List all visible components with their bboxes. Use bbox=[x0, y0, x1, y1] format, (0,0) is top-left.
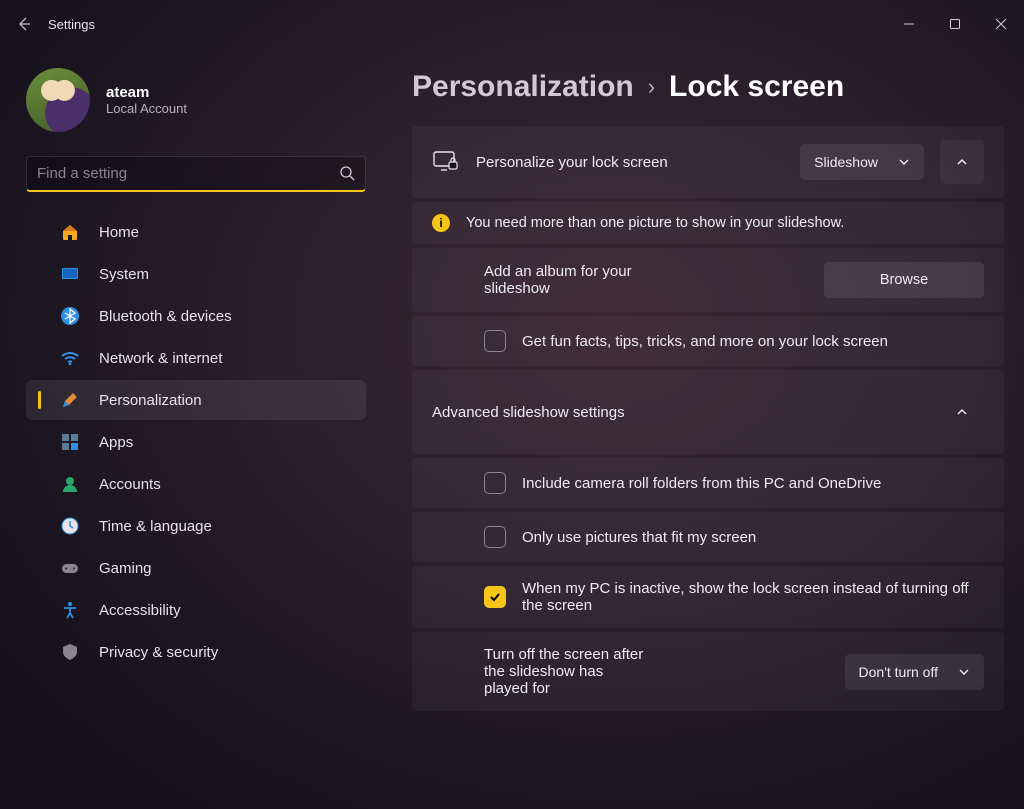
fit-screen-checkbox[interactable] bbox=[484, 526, 506, 548]
nav-label: Accounts bbox=[99, 476, 161, 493]
monitor-lock-icon bbox=[432, 151, 460, 173]
nav-time[interactable]: Time & language bbox=[26, 506, 366, 546]
window-title: Settings bbox=[48, 17, 95, 32]
maximize-button[interactable] bbox=[932, 6, 978, 42]
nav-privacy[interactable]: Privacy & security bbox=[26, 632, 366, 672]
check-icon bbox=[488, 590, 502, 604]
accounts-icon bbox=[59, 473, 81, 495]
inactive-label: When my PC is inactive, show the lock sc… bbox=[522, 580, 984, 614]
nav-label: System bbox=[99, 266, 149, 283]
apps-icon bbox=[59, 431, 81, 453]
turnoff-row: Turn off the screen after the slideshow … bbox=[412, 632, 1004, 711]
personalize-value: Slideshow bbox=[814, 154, 878, 170]
nav-system[interactable]: System bbox=[26, 254, 366, 294]
search-icon bbox=[339, 165, 355, 181]
chevron-down-icon bbox=[898, 156, 910, 168]
search-box[interactable] bbox=[26, 156, 366, 192]
personalize-expander[interactable] bbox=[940, 140, 984, 184]
nav-apps[interactable]: Apps bbox=[26, 422, 366, 462]
nav-bluetooth[interactable]: Bluetooth & devices bbox=[26, 296, 366, 336]
accessibility-icon bbox=[59, 599, 81, 621]
nav-home[interactable]: Home bbox=[26, 212, 366, 252]
advanced-settings-header[interactable]: Advanced slideshow settings bbox=[412, 370, 1004, 454]
fit-screen-label: Only use pictures that fit my screen bbox=[522, 529, 984, 546]
fit-screen-row[interactable]: Only use pictures that fit my screen bbox=[412, 512, 1004, 562]
close-button[interactable] bbox=[978, 6, 1024, 42]
camera-roll-label: Include camera roll folders from this PC… bbox=[522, 475, 984, 492]
inactive-checkbox[interactable] bbox=[484, 586, 506, 608]
turnoff-select[interactable]: Don't turn off bbox=[845, 654, 984, 690]
personalize-label: Personalize your lock screen bbox=[476, 154, 784, 171]
nav-label: Apps bbox=[99, 434, 133, 451]
funfacts-checkbox[interactable] bbox=[484, 330, 506, 352]
breadcrumb-current: Lock screen bbox=[669, 70, 844, 104]
funfacts-label: Get fun facts, tips, tricks, and more on… bbox=[522, 333, 984, 350]
chevron-up-icon bbox=[955, 155, 969, 169]
minimize-button[interactable] bbox=[886, 6, 932, 42]
home-icon bbox=[59, 221, 81, 243]
nav-label: Personalization bbox=[99, 392, 202, 409]
minimize-icon bbox=[903, 18, 915, 30]
nav-label: Network & internet bbox=[99, 350, 222, 367]
warning-text: You need more than one picture to show i… bbox=[466, 215, 984, 231]
nav-label: Gaming bbox=[99, 560, 152, 577]
nav-label: Accessibility bbox=[99, 602, 181, 619]
inactive-row[interactable]: When my PC is inactive, show the lock sc… bbox=[412, 566, 1004, 628]
nav-label: Home bbox=[99, 224, 139, 241]
close-icon bbox=[995, 18, 1007, 30]
maximize-icon bbox=[949, 18, 961, 30]
browse-button[interactable]: Browse bbox=[824, 262, 984, 298]
breadcrumb-parent[interactable]: Personalization bbox=[412, 70, 634, 104]
nav-label: Privacy & security bbox=[99, 644, 218, 661]
nav-label: Time & language bbox=[99, 518, 212, 535]
nav-label: Bluetooth & devices bbox=[99, 308, 232, 325]
nav-personalization[interactable]: Personalization bbox=[26, 380, 366, 420]
profile-block[interactable]: ateam Local Account bbox=[26, 68, 366, 132]
slideshow-warning-row: i You need more than one picture to show… bbox=[412, 202, 1004, 244]
personalize-select[interactable]: Slideshow bbox=[800, 144, 924, 180]
turnoff-label: Turn off the screen after the slideshow … bbox=[484, 646, 648, 697]
nav-gaming[interactable]: Gaming bbox=[26, 548, 366, 588]
back-button[interactable] bbox=[0, 0, 48, 48]
advanced-label: Advanced slideshow settings bbox=[432, 404, 924, 421]
advanced-expander[interactable] bbox=[940, 390, 984, 434]
bluetooth-icon bbox=[59, 305, 81, 327]
camera-roll-row[interactable]: Include camera roll folders from this PC… bbox=[412, 458, 1004, 508]
network-icon bbox=[59, 347, 81, 369]
add-album-label: Add an album for your slideshow bbox=[484, 263, 638, 297]
privacy-icon bbox=[59, 641, 81, 663]
nav-accounts[interactable]: Accounts bbox=[26, 464, 366, 504]
profile-name: ateam bbox=[106, 84, 187, 101]
back-arrow-icon bbox=[16, 16, 32, 32]
search-input[interactable] bbox=[37, 165, 331, 182]
time-icon bbox=[59, 515, 81, 537]
system-icon bbox=[59, 263, 81, 285]
nav-network[interactable]: Network & internet bbox=[26, 338, 366, 378]
avatar bbox=[26, 68, 90, 132]
personalization-icon bbox=[59, 389, 81, 411]
nav-accessibility[interactable]: Accessibility bbox=[26, 590, 366, 630]
chevron-down-icon bbox=[958, 666, 970, 678]
chevron-up-icon bbox=[955, 405, 969, 419]
personalize-lockscreen-row[interactable]: Personalize your lock screen Slideshow bbox=[412, 126, 1004, 198]
turnoff-value: Don't turn off bbox=[859, 664, 938, 680]
info-icon: i bbox=[432, 214, 450, 232]
breadcrumb: Personalization › Lock screen bbox=[412, 70, 1004, 104]
funfacts-row[interactable]: Get fun facts, tips, tricks, and more on… bbox=[412, 316, 1004, 366]
camera-roll-checkbox[interactable] bbox=[484, 472, 506, 494]
chevron-right-icon: › bbox=[648, 74, 655, 100]
add-album-row: Add an album for your slideshow Browse bbox=[412, 248, 1004, 312]
profile-subtitle: Local Account bbox=[106, 101, 187, 116]
gaming-icon bbox=[59, 557, 81, 579]
browse-label: Browse bbox=[880, 272, 928, 288]
